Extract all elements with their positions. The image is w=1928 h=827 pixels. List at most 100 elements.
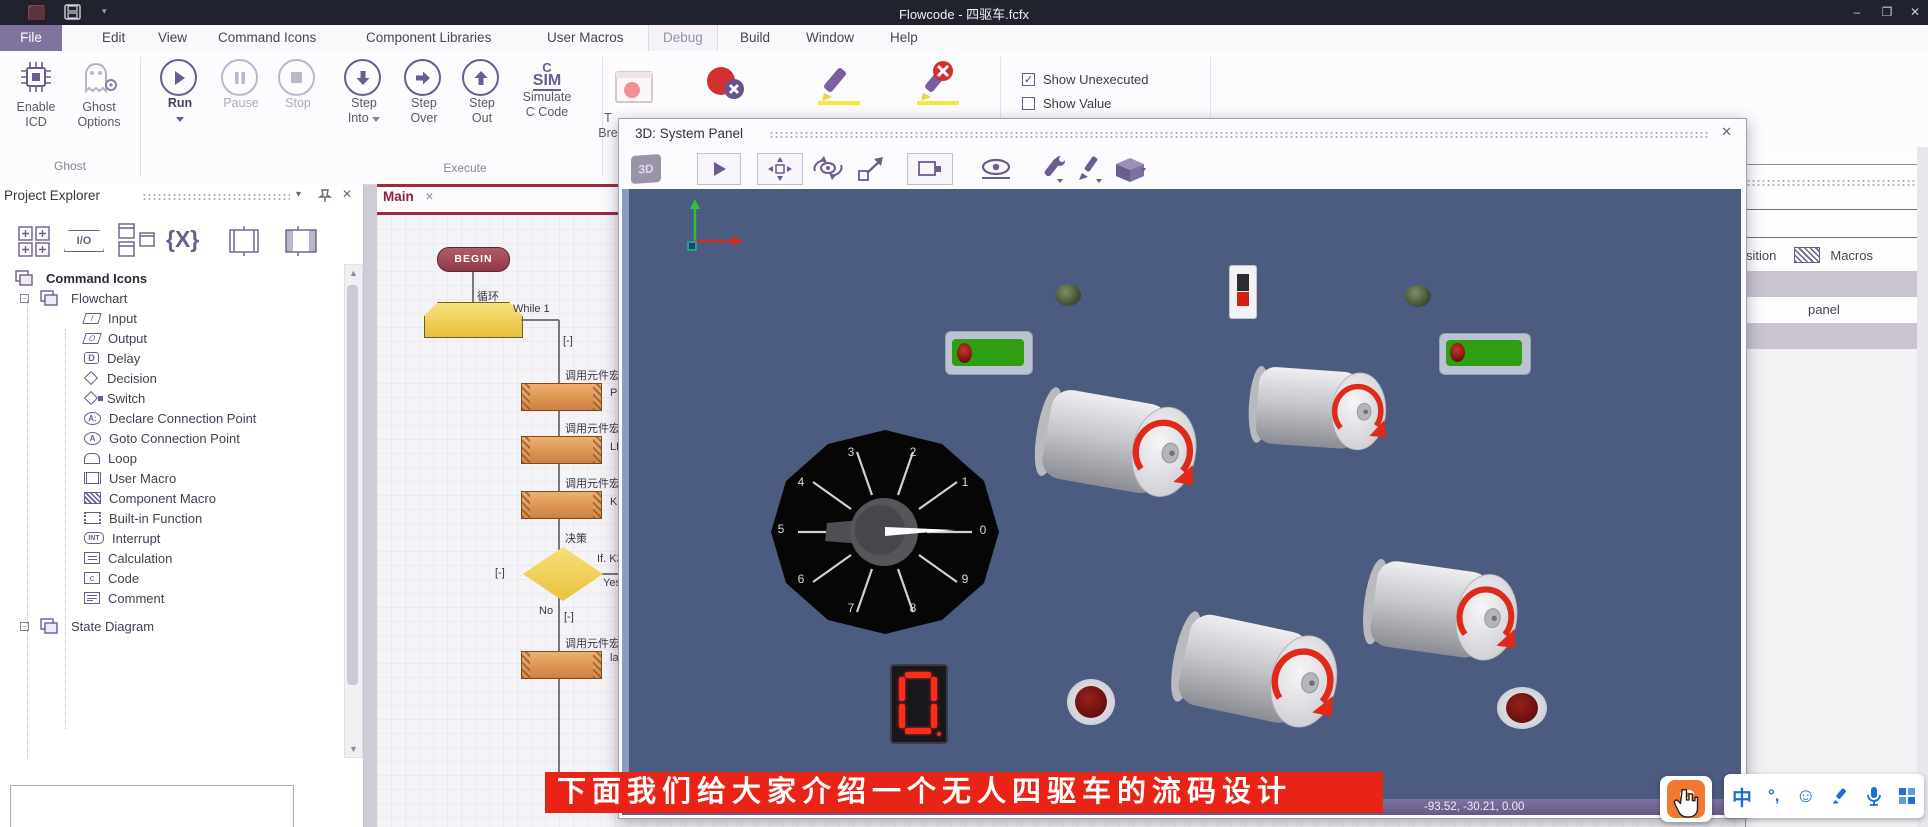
tree-item-flowchart[interactable]: − Flowchart [0, 288, 340, 308]
tools-wrench-icon[interactable] [1037, 155, 1067, 188]
led-bar-component[interactable] [945, 331, 1033, 375]
flow-decision-node[interactable] [523, 547, 603, 601]
tree-item-state-diagram[interactable]: − State Diagram [0, 616, 340, 636]
motor-component[interactable] [1352, 544, 1546, 680]
right-panel-scrollbar[interactable] [1917, 147, 1928, 827]
tree-item-input[interactable]: lInput [0, 308, 340, 328]
pause-button[interactable]: Pause [216, 59, 266, 111]
run-simulation-button[interactable] [697, 153, 741, 185]
3d-panel-drag-handle[interactable] [769, 131, 1709, 139]
switch-component[interactable] [1229, 265, 1257, 319]
tree-item-loop[interactable]: Loop [0, 448, 340, 468]
tree-item-goto-connection-point[interactable]: A Goto Connection Point [0, 428, 340, 448]
ime-pen-icon[interactable] [1832, 787, 1850, 805]
tab-close-icon[interactable]: × [426, 189, 434, 204]
tree-item-built-in-function[interactable]: Built-in Function [0, 508, 340, 528]
scroll-up-icon[interactable]: ▲ [345, 268, 362, 278]
frame-select-button[interactable] [907, 153, 953, 185]
tree-item-calculation[interactable]: Calculation [0, 548, 340, 568]
run-button[interactable]: Run [158, 59, 202, 126]
rotate-tool-icon[interactable] [811, 155, 845, 186]
minimize-button[interactable]: – [1845, 2, 1869, 22]
expander-icon[interactable]: − [20, 294, 29, 303]
visibility-eye-icon[interactable] [979, 157, 1013, 186]
table-row[interactable] [1746, 323, 1917, 349]
seven-segment-display[interactable] [890, 664, 948, 744]
step-over-button[interactable]: StepOver [400, 59, 448, 126]
flow-while-node[interactable] [424, 302, 523, 338]
ime-chinese-mode-icon[interactable]: 中 [1732, 782, 1752, 811]
flow-component-macro-1[interactable] [521, 383, 602, 411]
tree-item-interrupt[interactable]: INT Interrupt [0, 528, 340, 548]
ime-punctuation-icon[interactable]: °, [1768, 786, 1780, 806]
panel-drag-handle[interactable] [142, 193, 290, 201]
tree-item-switch[interactable]: Switch [0, 388, 340, 408]
menu-edit[interactable]: Edit [88, 25, 139, 51]
enable-icd-button[interactable]: EnableICD [12, 59, 60, 130]
led-bar-component[interactable] [1439, 333, 1531, 375]
ime-emoji-icon[interactable]: ☺ [1796, 785, 1816, 808]
menu-build[interactable]: Build [726, 25, 784, 51]
explorer-scrollbar[interactable]: ▲ ▼ [344, 264, 363, 758]
flow-component-macro-3[interactable] [521, 491, 602, 519]
3d-panel-close-icon[interactable]: ✕ [1721, 124, 1732, 140]
expander-icon[interactable]: − [20, 622, 29, 631]
tree-item-user-macro[interactable]: User Macro [0, 468, 340, 488]
rotary-dial-component[interactable]: 0 1 2 3 4 5 6 7 8 9 [767, 426, 1007, 641]
tree-item-decision[interactable]: Decision [0, 368, 340, 388]
user-macro-toolbar-icon[interactable] [222, 226, 266, 256]
reset-code-pencil-icon[interactable] [905, 59, 961, 112]
tree-item-comment[interactable]: Comment [0, 588, 340, 608]
ghost-options-button[interactable]: GhostOptions [70, 59, 128, 130]
move-tool-button[interactable] [757, 153, 803, 185]
expression-icon[interactable]: {X} [166, 226, 199, 253]
show-value-checkbox[interactable]: Show Value [1022, 96, 1111, 111]
menu-component-libraries[interactable]: Component Libraries [352, 25, 505, 51]
tree-item-delay[interactable]: D Delay [0, 348, 340, 368]
table-row[interactable]: panel [1746, 297, 1917, 323]
led-component[interactable] [1055, 284, 1081, 306]
component-macro-toolbar-icon[interactable] [276, 226, 326, 256]
tree-item-declare-connection-point[interactable]: A: Declare Connection Point [0, 408, 340, 428]
io-icon[interactable]: I/O [64, 230, 104, 252]
menu-view[interactable]: View [144, 25, 201, 51]
ime-microphone-icon[interactable] [1866, 786, 1882, 806]
tree-item-command-icons[interactable]: Command Icons [0, 268, 340, 288]
motor-component[interactable] [1159, 595, 1370, 752]
show-code-pencil-icon[interactable] [812, 63, 864, 112]
tree-item-code[interactable]: c Code [0, 568, 340, 588]
menu-window[interactable]: Window [792, 25, 868, 51]
flow-collapse-indicator[interactable]: [-] [495, 567, 505, 579]
motor-component[interactable] [1242, 354, 1409, 465]
maximize-button[interactable]: ❐ [1875, 2, 1899, 22]
step-into-button[interactable]: StepInto [340, 59, 388, 126]
tab-main[interactable]: Main × [383, 189, 433, 204]
table-row[interactable] [1746, 271, 1917, 297]
dashboard-icon[interactable] [16, 224, 56, 258]
flow-component-macro-4[interactable] [521, 651, 602, 679]
flow-collapse-indicator[interactable]: [-] [564, 611, 574, 623]
scroll-down-icon[interactable]: ▼ [345, 744, 362, 754]
stop-button[interactable]: Stop [276, 59, 320, 111]
show-unexecuted-checkbox[interactable]: ✓ Show Unexecuted [1022, 72, 1149, 87]
push-button-component[interactable] [1497, 687, 1547, 729]
scrollbar-thumb[interactable] [347, 285, 358, 685]
menu-file[interactable]: File [0, 25, 62, 51]
menu-debug[interactable]: Debug [648, 25, 718, 51]
flow-begin-node[interactable]: BEGIN [437, 247, 510, 272]
tree-item-component-macro[interactable]: Component Macro [0, 488, 340, 508]
menu-help[interactable]: Help [876, 25, 932, 51]
close-button[interactable]: ✕ [1903, 2, 1927, 22]
push-button-component[interactable] [1067, 679, 1115, 725]
led-component[interactable] [1405, 285, 1431, 307]
menu-user-macros[interactable]: User Macros [533, 25, 638, 51]
cube-view-icon[interactable] [1111, 154, 1149, 189]
macro-windows-icon[interactable] [116, 222, 158, 260]
step-out-button[interactable]: StepOut [460, 59, 504, 126]
clear-all-breakpoints-icon[interactable] [700, 63, 750, 110]
ime-toolbox-grid-icon[interactable] [1898, 787, 1916, 805]
pin-icon[interactable] [318, 188, 332, 203]
motor-component[interactable] [1026, 371, 1224, 518]
3d-viewport[interactable]: 0 1 2 3 4 5 6 7 8 9 [622, 189, 1741, 799]
menu-command-icons[interactable]: Command Icons [204, 25, 330, 51]
